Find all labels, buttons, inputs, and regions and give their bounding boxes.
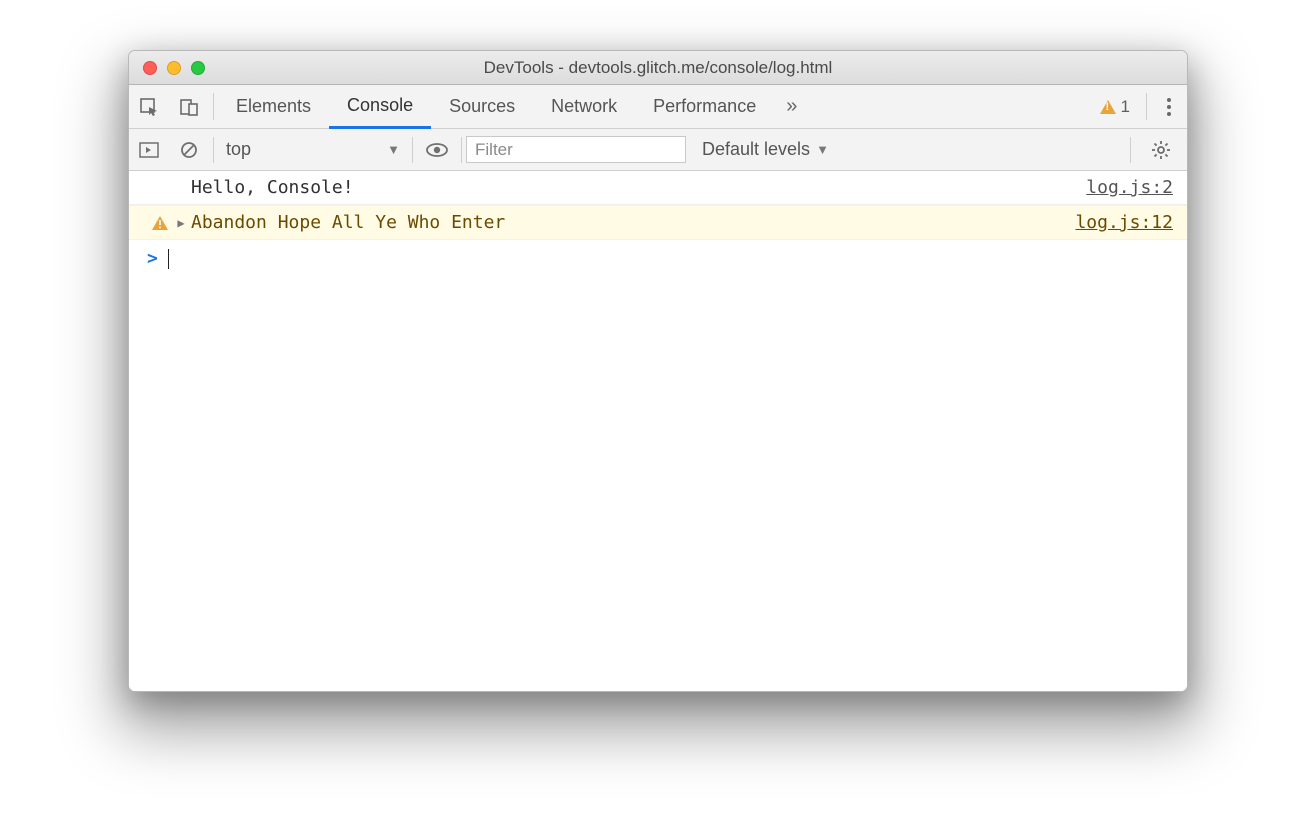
console-output: Hello, Console! log.js:2 ▶ Abandon Hope … [129, 171, 1187, 691]
more-tabs-icon[interactable]: » [774, 85, 809, 128]
device-toolbar-icon[interactable] [169, 85, 209, 128]
warnings-badge[interactable]: 1 [1088, 85, 1142, 128]
console-prompt[interactable]: > [129, 240, 1187, 277]
log-message: Hello, Console! [189, 177, 1086, 198]
chevron-down-icon: ▼ [387, 142, 400, 157]
settings-menu-icon[interactable] [1151, 85, 1187, 128]
clear-console-icon[interactable] [169, 140, 209, 160]
tab-sources[interactable]: Sources [431, 85, 533, 128]
inspect-element-icon[interactable] [129, 85, 169, 128]
tab-performance[interactable]: Performance [635, 85, 774, 128]
source-link[interactable]: log.js:12 [1075, 212, 1173, 233]
separator [1130, 137, 1131, 163]
tab-network[interactable]: Network [533, 85, 635, 128]
warning-icon [1100, 100, 1116, 114]
log-levels-selector[interactable]: Default levels ▼ [686, 139, 845, 160]
log-message: Abandon Hope All Ye Who Enter [189, 212, 1075, 233]
devtools-window: DevTools - devtools.glitch.me/console/lo… [128, 50, 1188, 692]
warning-count: 1 [1121, 97, 1130, 117]
traffic-lights [129, 61, 205, 75]
filter-input[interactable]: Filter [466, 136, 686, 163]
titlebar: DevTools - devtools.glitch.me/console/lo… [129, 51, 1187, 85]
warning-icon [147, 216, 173, 230]
window-title: DevTools - devtools.glitch.me/console/lo… [129, 58, 1187, 78]
separator [412, 137, 413, 163]
separator [213, 137, 214, 163]
tab-console[interactable]: Console [329, 85, 431, 129]
separator [461, 137, 462, 163]
execution-context-selector[interactable]: top ▼ [218, 139, 408, 160]
filter-placeholder: Filter [475, 140, 513, 160]
toggle-sidebar-icon[interactable] [129, 142, 169, 158]
context-label: top [226, 139, 251, 160]
separator [213, 93, 214, 120]
minimize-window-button[interactable] [167, 61, 181, 75]
console-toolbar: top ▼ Filter Default levels ▼ [129, 129, 1187, 171]
zoom-window-button[interactable] [191, 61, 205, 75]
console-entry-warn: ▶ Abandon Hope All Ye Who Enter log.js:1… [129, 205, 1187, 240]
chevron-down-icon: ▼ [816, 142, 829, 157]
live-expression-icon[interactable] [417, 143, 457, 157]
text-cursor [168, 249, 169, 269]
devtools-tabs: Elements Console Sources Network Perform… [129, 85, 1187, 129]
close-window-button[interactable] [143, 61, 157, 75]
source-link[interactable]: log.js:2 [1086, 177, 1173, 198]
levels-label: Default levels [702, 139, 810, 160]
tab-elements[interactable]: Elements [218, 85, 329, 128]
separator [1146, 93, 1147, 120]
expand-toggle[interactable]: ▶ [173, 216, 189, 230]
console-entry-log: Hello, Console! log.js:2 [129, 171, 1187, 205]
console-settings-icon[interactable] [1135, 140, 1187, 160]
prompt-chevron-icon: > [147, 248, 158, 269]
